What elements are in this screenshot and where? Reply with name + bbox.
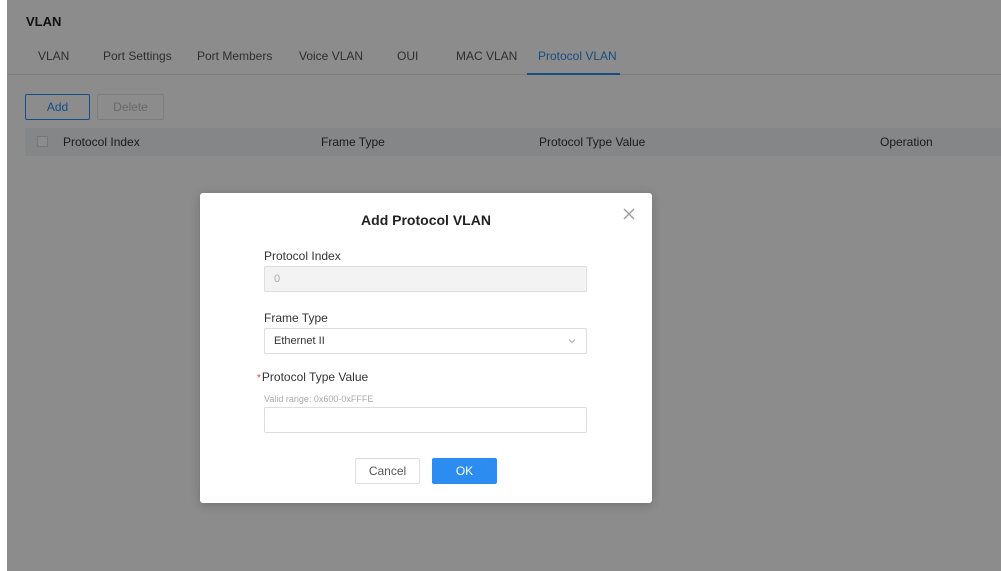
protocol-index-value: 0 bbox=[274, 273, 281, 285]
vlan-page: VLAN VLAN Port Settings Port Members Voi… bbox=[7, 0, 1001, 571]
required-asterisk: * bbox=[257, 373, 261, 384]
left-edge bbox=[0, 0, 7, 571]
protocol-type-value-label-text: Protocol Type Value bbox=[261, 370, 369, 384]
chevron-down-icon bbox=[568, 339, 576, 344]
dialog-title: Add Protocol VLAN bbox=[361, 212, 491, 228]
ok-button[interactable]: OK bbox=[432, 458, 497, 484]
frame-type-value: Ethernet II bbox=[274, 335, 325, 347]
protocol-type-value-hint: Valid range: 0x600-0xFFFE bbox=[264, 394, 374, 404]
protocol-index-field: 0 bbox=[264, 266, 587, 292]
frame-type-select[interactable]: Ethernet II bbox=[264, 328, 587, 354]
cancel-button[interactable]: Cancel bbox=[355, 458, 420, 484]
frame-type-label: Frame Type bbox=[264, 311, 328, 325]
close-icon[interactable] bbox=[622, 207, 636, 221]
protocol-index-label: Protocol Index bbox=[264, 249, 341, 263]
protocol-type-value-input[interactable] bbox=[264, 407, 587, 433]
protocol-type-value-label: *Protocol Type Value bbox=[257, 370, 368, 384]
add-protocol-vlan-dialog: Add Protocol VLAN Protocol Index 0 Frame… bbox=[200, 193, 652, 503]
